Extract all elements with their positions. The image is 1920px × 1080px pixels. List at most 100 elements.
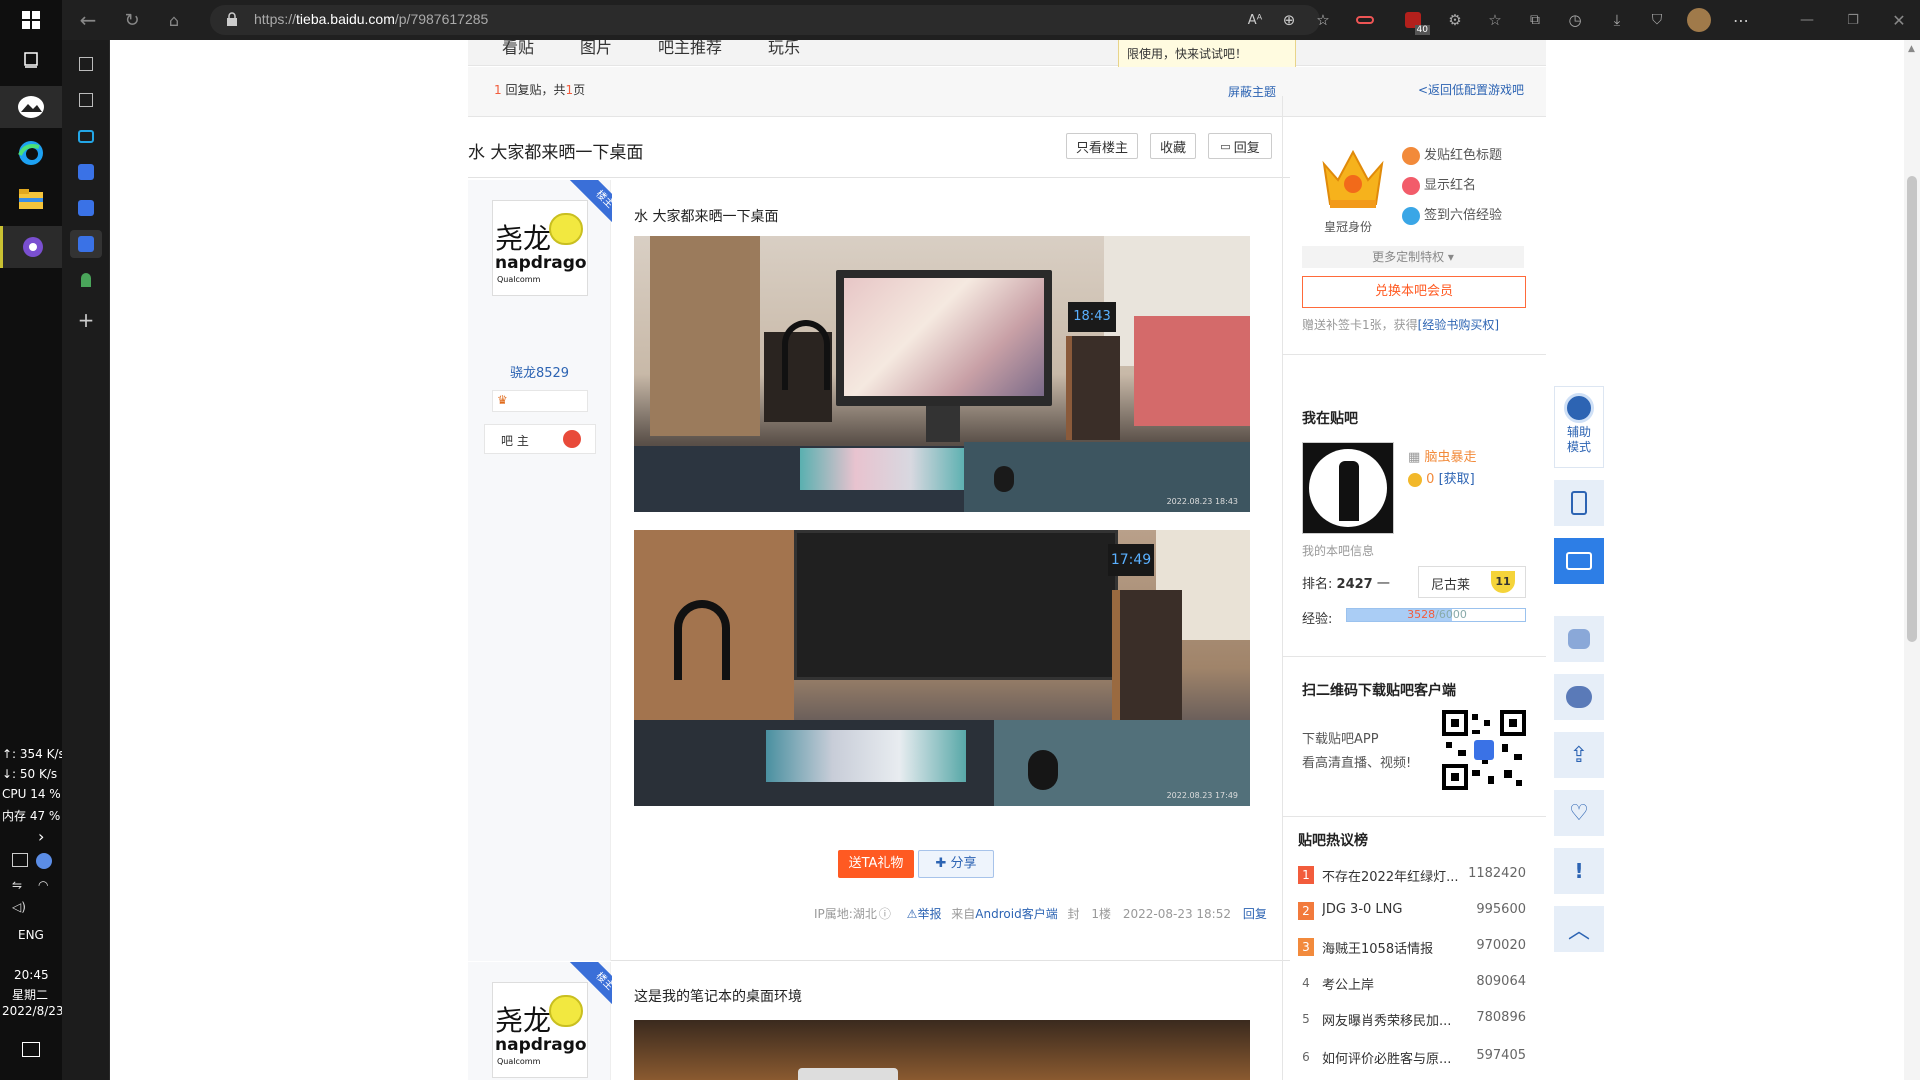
tab-page-icon[interactable] bbox=[70, 86, 102, 114]
refresh-icon[interactable]: ↻ bbox=[118, 6, 146, 34]
post-image-laptop[interactable] bbox=[634, 1020, 1250, 1080]
hot-rank: 5 bbox=[1302, 1012, 1310, 1026]
more-perks-toggle[interactable]: 更多定制特权 ▾ bbox=[1302, 246, 1524, 268]
hot-list-item[interactable]: 4 考公上岸 809064 bbox=[1298, 972, 1526, 994]
author-avatar[interactable]: 尧龙 napdragon Qualcomm bbox=[492, 200, 588, 296]
read-aloud-icon[interactable]: Aᴬ bbox=[1242, 7, 1268, 33]
message-icon[interactable] bbox=[1554, 538, 1604, 584]
assist-mode-button[interactable]: 辅助 模式 bbox=[1554, 386, 1604, 468]
notification-center-icon[interactable] bbox=[22, 1042, 40, 1057]
tab-actions-icon[interactable] bbox=[70, 50, 102, 78]
windows-start-icon[interactable] bbox=[0, 0, 62, 40]
expand-tray-icon[interactable]: › bbox=[38, 827, 44, 846]
only-op-button[interactable]: 只看楼主 bbox=[1066, 133, 1138, 159]
hot-list-item[interactable]: 5 网友曝肖秀荣移民加... 780896 bbox=[1298, 1008, 1526, 1030]
new-tab-icon[interactable]: + bbox=[70, 306, 102, 334]
clock-date[interactable]: 2022/8/23 bbox=[2, 1004, 64, 1018]
tray-wifi-icon[interactable]: ◠ bbox=[38, 878, 48, 892]
tab-app-icon[interactable] bbox=[70, 266, 102, 294]
post-image-desk-2[interactable]: 17:49 2022.08.23 17:49 bbox=[634, 530, 1250, 806]
hot-topic: 不存在2022年红绿灯... bbox=[1322, 870, 1459, 885]
file-explorer-icon[interactable] bbox=[0, 178, 62, 220]
scrollbar-thumb[interactable] bbox=[1907, 176, 1917, 642]
crown-icon[interactable] bbox=[1318, 144, 1388, 214]
comment-icon: ▭ bbox=[1220, 139, 1231, 153]
share-icon[interactable]: ⇪ bbox=[1554, 732, 1604, 778]
qr-code[interactable] bbox=[1442, 710, 1526, 790]
zoom-icon[interactable]: ⊕ bbox=[1276, 7, 1302, 33]
extension-glasses-icon[interactable] bbox=[1352, 7, 1378, 33]
report-link[interactable]: ⚠举报 bbox=[907, 907, 942, 921]
home-icon[interactable]: ⌂ bbox=[160, 6, 188, 34]
get-coins-link[interactable]: [获取] bbox=[1439, 472, 1475, 487]
tab-tieba-icon[interactable] bbox=[70, 158, 102, 186]
input-language[interactable]: ENG bbox=[18, 928, 44, 942]
moderator-tag[interactable]: 吧 主 bbox=[484, 424, 596, 454]
tab-tieba-active-icon[interactable] bbox=[70, 230, 102, 258]
hot-list-item[interactable]: 3 海贼王1058话情报 970020 bbox=[1298, 936, 1526, 958]
hot-list-item[interactable]: 6 如何评价必胜客与原... 597405 bbox=[1298, 1046, 1526, 1068]
tab-tieba-icon[interactable] bbox=[70, 194, 102, 222]
tab-recommend[interactable]: 吧主推荐 bbox=[658, 40, 722, 58]
extensions-icon[interactable]: ⚙ bbox=[1442, 7, 1468, 33]
tray-volume-icon[interactable]: ◁) bbox=[12, 900, 26, 914]
reply-button[interactable]: ▭ 回复 bbox=[1208, 133, 1272, 159]
source-link[interactable]: Android客户端 bbox=[975, 907, 1057, 921]
hot-list-item[interactable]: 2 JDG 3-0 LNG 995600 bbox=[1298, 900, 1526, 922]
tab-posts[interactable]: 看贴 bbox=[502, 40, 534, 58]
clock-time[interactable]: 20:45 bbox=[14, 968, 49, 982]
author-name-link[interactable]: 骁龙8529 bbox=[468, 362, 611, 381]
bear-icon[interactable] bbox=[1554, 674, 1604, 720]
mascot-icon[interactable] bbox=[1554, 616, 1604, 662]
tab-bilibili-icon[interactable] bbox=[70, 122, 102, 150]
collect-button[interactable]: 收藏 bbox=[1150, 133, 1196, 159]
tab-images[interactable]: 图片 bbox=[580, 40, 612, 58]
tray-app-icon[interactable] bbox=[36, 853, 52, 869]
author-medal[interactable]: ♛ bbox=[492, 390, 588, 412]
back-to-top-icon[interactable]: ︿ bbox=[1554, 906, 1604, 952]
redeem-member-button[interactable]: 兑换本吧会员 bbox=[1302, 276, 1526, 308]
clock-weekday[interactable]: 星期二 bbox=[12, 986, 48, 1003]
block-thread-link[interactable]: 屏蔽主题 bbox=[1228, 83, 1276, 100]
back-icon[interactable]: ← bbox=[74, 6, 102, 34]
share-button[interactable]: ✚ 分享 bbox=[918, 850, 994, 878]
restore-window-icon[interactable]: ❐ bbox=[1840, 7, 1866, 33]
lock-icon[interactable] bbox=[226, 12, 238, 26]
task-view-icon[interactable] bbox=[0, 40, 62, 80]
favorites-icon[interactable]: ☆ bbox=[1482, 7, 1508, 33]
app-purple-icon[interactable] bbox=[0, 226, 62, 268]
edge-browser-icon[interactable] bbox=[0, 132, 62, 174]
exp-book-link[interactable]: [经验书购买权] bbox=[1418, 318, 1499, 332]
history-icon[interactable]: ◷ bbox=[1562, 7, 1588, 33]
download-app-icon[interactable] bbox=[1554, 480, 1604, 526]
feedback-icon[interactable]: ! bbox=[1554, 848, 1604, 894]
help-icon[interactable]: ⓘ bbox=[879, 907, 891, 921]
close-window-icon[interactable]: ✕ bbox=[1886, 7, 1912, 33]
my-username[interactable]: ▦ 脑虫暴走 bbox=[1408, 446, 1476, 465]
post-image-desk-1[interactable]: 18:43 2022.08.23 18:43 bbox=[634, 236, 1250, 512]
more-menu-icon[interactable]: ⋯ bbox=[1728, 7, 1754, 33]
hot-list-item[interactable]: 1 不存在2022年红绿灯... 1182420 bbox=[1298, 864, 1526, 886]
address-bar[interactable]: https://tieba.baidu.com/p/7987617285 Aᴬ … bbox=[210, 5, 1330, 35]
my-avatar[interactable] bbox=[1302, 442, 1394, 534]
tray-monitor-icon[interactable] bbox=[12, 853, 28, 867]
url-text[interactable]: https://tieba.baidu.com/p/7987617285 bbox=[254, 11, 488, 27]
avatar-text-2a: 尧龙 bbox=[495, 1004, 552, 1037]
browser-essentials-icon[interactable]: ⛉ bbox=[1644, 7, 1670, 33]
level-badge[interactable]: 尼古莱 11 bbox=[1418, 566, 1526, 598]
tab-fun[interactable]: 玩乐 bbox=[768, 40, 800, 58]
scroll-up-icon[interactable]: ▲ bbox=[1908, 44, 1915, 54]
profile-avatar[interactable] bbox=[1686, 7, 1712, 33]
add-favorite-icon[interactable]: ☆ bbox=[1310, 7, 1336, 33]
page-scrollbar[interactable]: ▲ bbox=[1904, 40, 1920, 1080]
minimize-window-icon[interactable]: — bbox=[1794, 7, 1820, 33]
author-avatar-2[interactable]: 尧龙 napdragon Qualcomm bbox=[492, 982, 588, 1078]
downloads-icon[interactable]: ⤓ bbox=[1604, 7, 1630, 33]
favorite-heart-icon[interactable]: ♡ bbox=[1554, 790, 1604, 836]
extension-ublock-icon[interactable]: 40 bbox=[1400, 7, 1430, 35]
send-gift-button[interactable]: 送TA礼物 bbox=[838, 850, 914, 878]
app-photos-icon[interactable] bbox=[0, 86, 62, 128]
tray-network-icon[interactable]: ⇋ bbox=[12, 878, 22, 892]
floor-reply-link[interactable]: 回复 bbox=[1243, 907, 1267, 921]
collections-icon[interactable]: ⧉ bbox=[1522, 7, 1548, 33]
